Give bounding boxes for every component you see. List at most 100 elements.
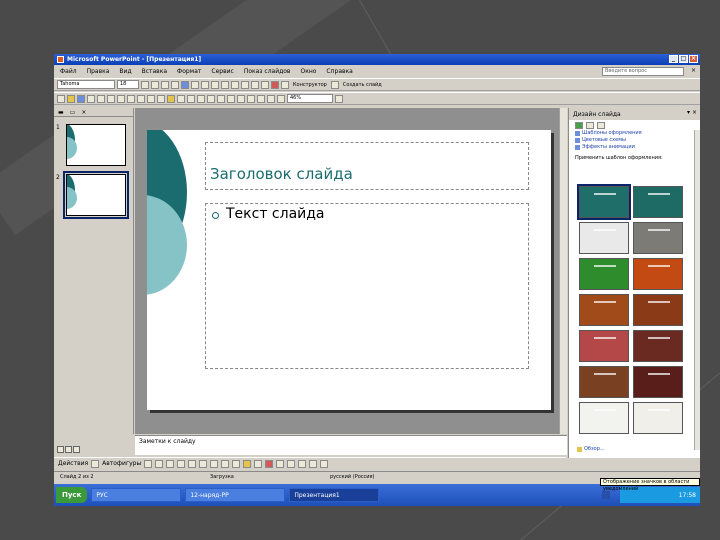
- taskbar-item-powerpoint[interactable]: Презентация1: [289, 488, 380, 502]
- font-name-select[interactable]: Tahoma: [57, 80, 115, 89]
- autoshapes-button[interactable]: Автофигуры: [102, 460, 141, 467]
- forward-icon[interactable]: [586, 121, 594, 129]
- menu-help[interactable]: Справка: [326, 68, 352, 75]
- menu-format[interactable]: Формат: [177, 68, 201, 75]
- body-placeholder[interactable]: Текст слайда: [205, 203, 529, 369]
- fill-color-icon[interactable]: [243, 459, 252, 468]
- help-question-input[interactable]: Введите вопрос: [602, 67, 684, 76]
- wordart-icon[interactable]: [199, 459, 208, 468]
- line-icon[interactable]: [144, 459, 153, 468]
- insert-image-icon[interactable]: [227, 94, 235, 103]
- increase-font-icon[interactable]: [231, 80, 239, 89]
- taskbar-item-doc[interactable]: 12-наряд-PP: [185, 488, 286, 502]
- slide-thumbnail[interactable]: [66, 124, 126, 166]
- save-icon[interactable]: [77, 94, 85, 103]
- design-template-thumb[interactable]: [633, 222, 683, 254]
- slides-tab[interactable]: ▭: [70, 109, 76, 116]
- dash-style-icon[interactable]: [287, 459, 296, 468]
- taskbar-item-folder[interactable]: РУС: [91, 488, 182, 502]
- format-painter-icon[interactable]: [177, 94, 185, 103]
- start-button[interactable]: Пуск: [56, 487, 88, 503]
- bold-icon[interactable]: [141, 80, 149, 89]
- link-animation-schemes[interactable]: Эффекты анимации: [575, 144, 700, 151]
- shadow-icon[interactable]: [171, 80, 179, 89]
- font-size-select[interactable]: 18: [117, 80, 139, 89]
- design-template-thumb[interactable]: [579, 366, 629, 398]
- underline-icon[interactable]: [161, 80, 169, 89]
- slideshow-view-icon[interactable]: [73, 446, 80, 453]
- design-template-thumb[interactable]: [579, 222, 629, 254]
- clock[interactable]: 17:58: [679, 492, 696, 499]
- arrow-icon[interactable]: [155, 459, 164, 468]
- spelling-icon[interactable]: [127, 94, 135, 103]
- design-template-thumb[interactable]: [577, 184, 631, 220]
- textbox-icon[interactable]: [188, 459, 197, 468]
- design-template-thumb[interactable]: [633, 402, 683, 434]
- zoom-select[interactable]: 46%: [287, 94, 333, 103]
- maximize-icon[interactable]: □: [679, 55, 688, 63]
- back-icon[interactable]: [575, 121, 583, 129]
- browse-link[interactable]: Обзор...: [577, 446, 605, 452]
- draw-font-color-icon[interactable]: [265, 459, 274, 468]
- task-pane-close-icon[interactable]: ▾ ×: [687, 109, 697, 116]
- increase-indent-icon[interactable]: [261, 80, 269, 89]
- grid-icon[interactable]: [267, 94, 275, 103]
- shadow-style-icon[interactable]: [309, 459, 318, 468]
- title-placeholder[interactable]: Заголовок слайда: [205, 142, 529, 190]
- arrow-style-icon[interactable]: [298, 459, 307, 468]
- bullets-icon[interactable]: [221, 80, 229, 89]
- link-design-templates[interactable]: Шаблоны оформления: [575, 130, 700, 137]
- sorter-view-icon[interactable]: [65, 446, 72, 453]
- oval-icon[interactable]: [177, 459, 186, 468]
- design-template-thumb[interactable]: [579, 330, 629, 362]
- diagram-icon[interactable]: [210, 459, 219, 468]
- design-icon[interactable]: [281, 80, 289, 89]
- menu-tools[interactable]: Сервис: [211, 68, 233, 75]
- redo-icon[interactable]: [197, 94, 205, 103]
- menu-view[interactable]: Вид: [119, 68, 131, 75]
- insert-table-icon[interactable]: [217, 94, 225, 103]
- notes-pane[interactable]: Заметки к слайду: [135, 435, 567, 455]
- menu-edit[interactable]: Правка: [87, 68, 110, 75]
- align-left-icon[interactable]: [181, 80, 189, 89]
- show-formatting-icon[interactable]: [257, 94, 265, 103]
- select-arrow-icon[interactable]: [91, 459, 100, 468]
- design-template-thumb[interactable]: [633, 366, 683, 398]
- document-close-icon[interactable]: ×: [691, 67, 696, 74]
- research-icon[interactable]: [137, 94, 145, 103]
- print-icon[interactable]: [107, 94, 115, 103]
- design-template-thumb[interactable]: [579, 402, 629, 434]
- font-color-icon[interactable]: [271, 80, 279, 89]
- decrease-font-icon[interactable]: [241, 80, 249, 89]
- picture-icon[interactable]: [232, 459, 241, 468]
- new-slide-icon[interactable]: [330, 80, 339, 89]
- align-center-icon[interactable]: [191, 80, 199, 89]
- copy-icon[interactable]: [157, 94, 165, 103]
- task-pane-scrollbar[interactable]: [694, 130, 700, 450]
- design-template-thumb[interactable]: [579, 258, 629, 290]
- design-template-thumb[interactable]: [633, 330, 683, 362]
- close-icon[interactable]: ×: [689, 55, 698, 63]
- help-icon[interactable]: [335, 94, 343, 103]
- grayscale-icon[interactable]: [237, 94, 245, 103]
- draw-actions-button[interactable]: Действия: [58, 460, 88, 467]
- menu-window[interactable]: Окно: [300, 68, 316, 75]
- slide-thumbnail-selected[interactable]: [63, 171, 129, 219]
- paste-icon[interactable]: [167, 94, 175, 103]
- new-slide-button[interactable]: Создать слайд: [343, 82, 382, 88]
- line-color-icon[interactable]: [254, 459, 263, 468]
- decrease-indent-icon[interactable]: [251, 80, 259, 89]
- print-preview-icon[interactable]: [117, 94, 125, 103]
- design-template-thumb[interactable]: [633, 258, 683, 290]
- italic-icon[interactable]: [151, 80, 159, 89]
- expand-all-icon[interactable]: [247, 94, 255, 103]
- design-template-thumb[interactable]: [633, 294, 683, 326]
- cut-icon[interactable]: [147, 94, 155, 103]
- normal-view-icon[interactable]: [57, 446, 64, 453]
- menu-file[interactable]: Файл: [60, 68, 77, 75]
- undo-icon[interactable]: [187, 94, 195, 103]
- align-right-icon[interactable]: [201, 80, 209, 89]
- outline-tab[interactable]: ▬: [58, 109, 64, 116]
- minimize-icon[interactable]: _: [669, 55, 678, 63]
- new-document-icon[interactable]: [57, 94, 65, 103]
